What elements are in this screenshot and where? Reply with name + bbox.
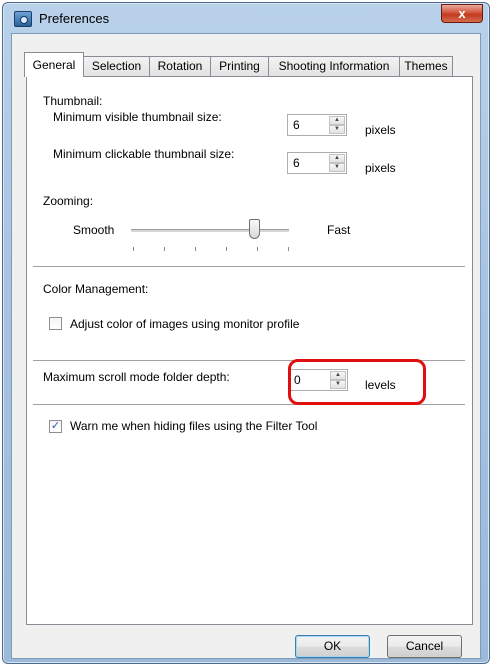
dialog-client-area: General Selection Rotation Printing Shoo… [11,33,481,659]
min-visible-value[interactable]: 6 [293,118,300,132]
zoom-tick [164,247,165,251]
min-visible-spin-arrows: ▲ ▼ [329,116,345,134]
filter-warning-label[interactable]: Warn me when hiding files using the Filt… [70,419,317,433]
zoom-tick [195,247,196,251]
cancel-button[interactable]: Cancel [387,635,462,658]
zooming-heading: Zooming: [43,194,94,208]
close-button[interactable]: x [441,4,483,23]
min-visible-label: Minimum visible thumbnail size: [53,110,222,124]
ok-button[interactable]: OK [295,635,370,658]
window-title: Preferences [39,11,110,26]
min-clickable-spin-arrows: ▲ ▼ [329,154,345,172]
tab-rotation[interactable]: Rotation [149,56,211,76]
spin-down-icon[interactable]: ▼ [329,125,345,134]
zoom-slider-track[interactable] [131,229,289,232]
spin-down-icon[interactable]: ▼ [329,163,345,172]
section-divider [33,266,465,267]
tab-printing[interactable]: Printing [210,56,269,76]
spin-up-icon[interactable]: ▲ [329,116,345,125]
checkmark-icon: ✓ [50,420,61,432]
zoom-tick [288,247,289,251]
min-visible-unit: pixels [365,123,396,137]
close-icon: x [458,6,466,21]
zoom-tick [226,247,227,251]
preferences-app-icon [14,11,32,27]
min-visible-stepper[interactable]: 6 ▲ ▼ [287,114,347,136]
color-management-heading: Color Management: [43,282,149,296]
zoom-smooth-label: Smooth [73,223,115,237]
title-bar[interactable]: Preferences x [3,3,489,33]
zoom-tick [257,247,258,251]
min-clickable-label: Minimum clickable thumbnail size: [53,147,235,161]
adjust-color-checkbox[interactable] [49,317,62,330]
filter-warning-checkbox[interactable]: ✓ [49,420,62,433]
general-tab-panel: Thumbnail: Minimum visible thumbnail siz… [26,76,473,625]
zoom-fast-label: Fast [327,223,351,237]
tab-selection[interactable]: Selection [83,56,150,76]
min-clickable-stepper[interactable]: 6 ▲ ▼ [287,152,347,174]
min-clickable-unit: pixels [365,161,396,175]
tab-themes[interactable]: Themes [399,56,453,76]
preferences-window: Preferences x General Selection Rotation… [2,2,490,664]
tab-general[interactable]: General [24,52,84,77]
highlight-callout [288,359,426,405]
tab-shooting-information[interactable]: Shooting Information [268,56,400,76]
adjust-color-label[interactable]: Adjust color of images using monitor pro… [70,317,299,331]
spin-up-icon[interactable]: ▲ [329,154,345,163]
min-clickable-value[interactable]: 6 [293,156,300,170]
scroll-depth-label: Maximum scroll mode folder depth: [43,370,230,384]
zoom-tick [133,247,134,251]
thumbnail-heading: Thumbnail: [43,94,103,108]
zoom-slider-thumb[interactable] [248,219,260,239]
